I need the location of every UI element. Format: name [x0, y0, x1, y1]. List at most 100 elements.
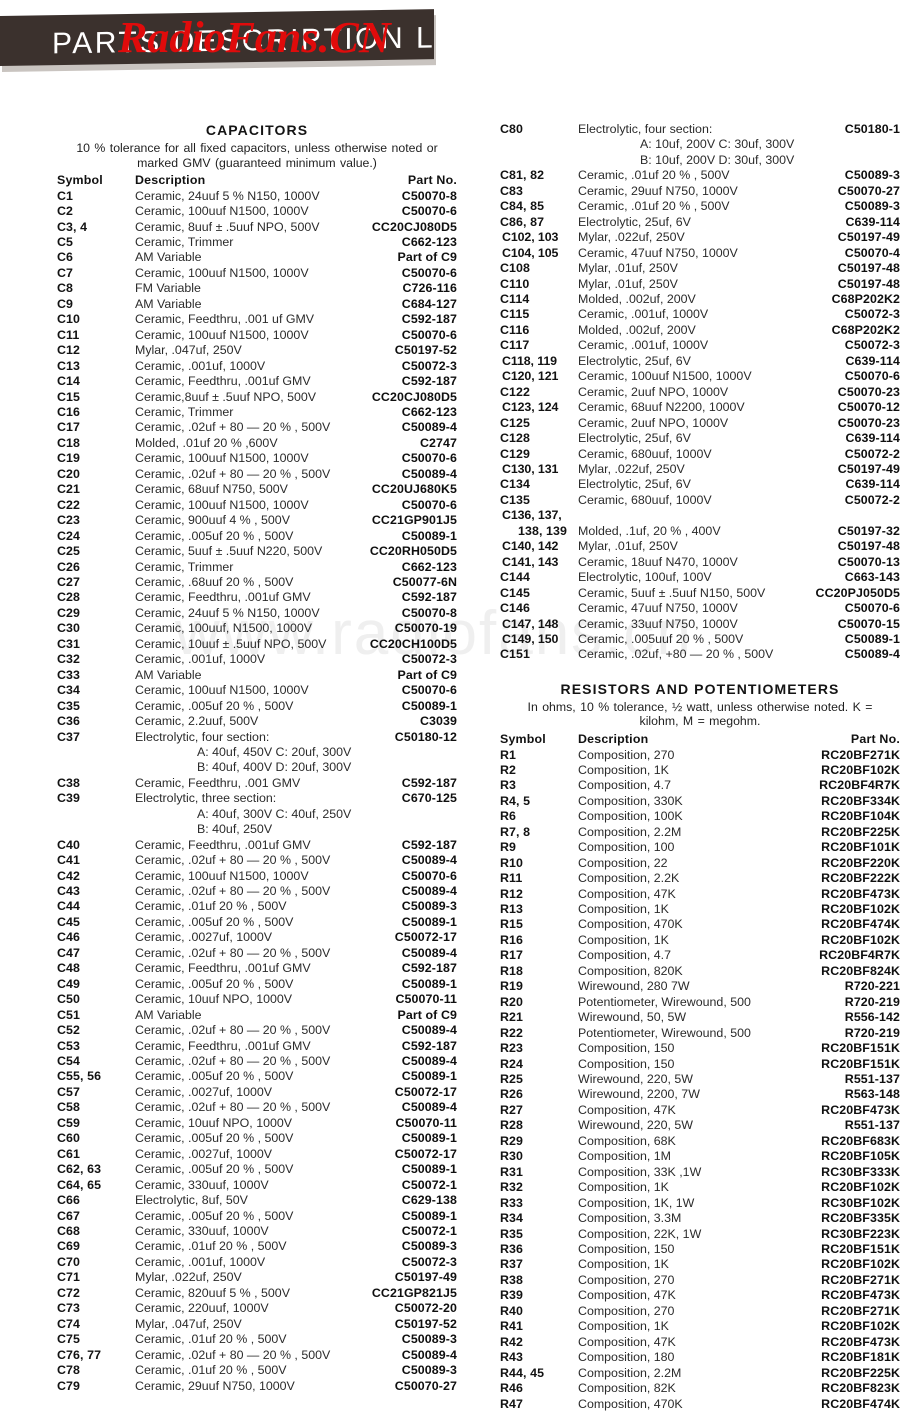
row-part-number: C50089-4: [401, 1347, 457, 1362]
row-part-number: C639-114: [845, 477, 900, 492]
row-symbol: C38: [57, 775, 81, 790]
row-part-number: C50089-1: [401, 1131, 457, 1146]
row-part-number: C50089-4: [401, 1100, 457, 1115]
row-symbol: R43: [500, 1350, 524, 1365]
table-row: C11 Ceramic, 100uuf N1500, 1000V C50070-6: [57, 328, 457, 343]
table-row: C50 Ceramic, 10uuf NPO, 1000V C50070-11: [57, 992, 457, 1007]
table-row: C144 Electrolytic, 100uf, 100V C663-143: [500, 570, 900, 585]
table-header-row: Symbol Description Part No.: [57, 173, 457, 188]
table-row: R24 Composition, 150 RC20BF151K: [500, 1057, 900, 1072]
row-description: Ceramic, Feedthru, .001 GMV: [135, 775, 301, 790]
table-row: C3, 4 Ceramic, 8uuf ± .5uuf NPO, 500V CC20…: [57, 220, 457, 235]
row-part-number: C50070-6: [401, 497, 457, 512]
row-description: Ceramic, .01uf 20 % , 500V: [135, 1239, 287, 1254]
table-row: C41 Ceramic, .02uf + 80 — 20 % , 500V C500…: [57, 853, 457, 868]
row-part-number: CC20PJ050D5: [815, 585, 900, 600]
row-part-number: RC20BF271K: [821, 1303, 900, 1318]
row-description: Ceramic, 220uuf, 1000V: [135, 1301, 269, 1316]
table-row: B: 40uf, 250V: [57, 822, 457, 837]
table-row: C149, 150 Ceramic, .005uuf 20 % , 500V C50…: [500, 632, 900, 647]
row-symbol: C149, 150: [502, 631, 559, 646]
row-symbol: C66: [57, 1193, 81, 1208]
row-description: Composition, 100K: [578, 809, 683, 824]
row-symbol: C122: [500, 384, 531, 399]
row-symbol: C46: [57, 930, 81, 945]
row-symbol: C29: [57, 605, 81, 620]
row-description: Ceramic, .005uf 20 % , 500V: [135, 914, 294, 929]
table-row: C47 Ceramic, .02uf + 80 — 20 % , 500V C500…: [57, 946, 457, 961]
row-description: Ceramic, 47uuf N750, 1000V: [578, 601, 738, 616]
row-description: Ceramic, .02uf + 80 — 20 % , 500V: [135, 1347, 331, 1362]
row-part-number: C50072-3: [844, 307, 900, 322]
table-row: R9 Composition, 100 RC20BF101K: [500, 840, 900, 855]
row-symbol: C73: [57, 1301, 81, 1316]
table-row: R18 Composition, 820K RC20BF824K: [500, 964, 900, 979]
row-part-number: RC20BF225K: [821, 1365, 900, 1380]
row-description: AM Variable: [135, 296, 202, 311]
column-header-symbol: Symbol: [57, 173, 103, 188]
row-symbol: R32: [500, 1180, 524, 1195]
table-row: C102, 103 Mylar, .022uf, 250V C50197-49: [500, 230, 900, 245]
row-part-number: RC20BF271K: [821, 747, 900, 762]
table-row: C27 Ceramic, .68uuf 20 % , 500V C50077-6N: [57, 575, 457, 590]
table-row: C68 Ceramic, 330uuf, 1000V C50072-1: [57, 1224, 457, 1239]
table-row: C135 Ceramic, 680uuf, 1000V C50072-2: [500, 493, 900, 508]
row-description: Ceramic, Feedthru, .001uf GMV: [135, 1038, 311, 1053]
row-description: Composition, 47K: [578, 886, 676, 901]
row-part-number: C50072-3: [401, 1254, 457, 1269]
row-symbol: R47: [500, 1396, 524, 1411]
row-symbol: C55, 56: [57, 1069, 102, 1084]
row-part-number: C726-116: [402, 281, 457, 296]
table-row: B: 10uf, 200V D: 30uf, 300V: [500, 153, 900, 168]
row-symbol: R24: [500, 1056, 524, 1071]
row-part-number: C50089-3: [401, 1363, 457, 1378]
row-symbol: R46: [500, 1381, 524, 1396]
row-description: Wirewound, 2200, 7W: [578, 1087, 700, 1102]
row-symbol: C117: [500, 338, 530, 353]
row-part-number: C663-143: [844, 570, 900, 585]
row-symbol: C140, 142: [502, 539, 559, 554]
row-description: Ceramic, 10uuf NPO, 1000V: [135, 992, 293, 1007]
left-column: CAPACITORS 10 % tolerance for all fixed …: [57, 122, 457, 1394]
row-part-number: C2747: [419, 435, 457, 450]
resistors-section-note: In ohms, 10 % tolerance, ½ watt, unless …: [527, 699, 873, 729]
row-part-number: C50070-6: [844, 369, 900, 384]
row-description: Ceramic, 820uuf 5 % , 500V: [135, 1285, 290, 1300]
row-part-number: RC20BF102K: [821, 1180, 900, 1195]
row-part-number: C592-187: [401, 374, 457, 389]
row-part-number: [361, 745, 457, 760]
row-part-number: C50072-3: [401, 652, 457, 667]
row-part-number: RC20BF474K: [821, 1396, 900, 1411]
row-symbol: C115: [500, 307, 530, 322]
row-part-number: [804, 137, 900, 152]
row-description: Ceramic, 100uuf N1500, 1000V: [135, 327, 309, 342]
row-description: Ceramic, 8uuf ± .5uuf NPO, 500V: [135, 219, 320, 234]
row-symbol: R20: [500, 994, 524, 1009]
row-description: Ceramic, 900uuf 4 % , 500V: [135, 513, 290, 528]
row-description: Electrolytic, 25uf, 6V: [578, 477, 691, 492]
row-description: Ceramic, 5uuf ± .5uuf N150, 500V: [578, 585, 766, 600]
row-description: Composition, 1M: [578, 1149, 671, 1164]
row-symbol: C3, 4: [57, 219, 88, 234]
row-symbol: C50: [57, 992, 81, 1007]
row-symbol: C110: [500, 276, 530, 291]
row-description: Ceramic, .005uf 20 % , 500V: [135, 1131, 294, 1146]
row-symbol: [500, 137, 578, 152]
table-row: C141, 143 Ceramic, 18uuf N470, 1000V C5007…: [500, 555, 900, 570]
table-row: R47 Composition, 470K RC20BF474K: [500, 1397, 900, 1412]
row-part-number: C50070-19: [394, 621, 457, 636]
row-symbol: R3: [500, 778, 517, 793]
row-part-number: C50197-32: [837, 523, 900, 538]
row-part-number: RC20BF225K: [821, 824, 900, 839]
table-row: C5 Ceramic, Trimmer C662-123: [57, 235, 457, 250]
row-symbol: C30: [57, 621, 81, 636]
row-part-number: C50089-4: [401, 466, 457, 481]
table-row: C130, 131 Mylar, .022uf, 250V C50197-49: [500, 462, 900, 477]
row-description: Composition, 82K: [578, 1381, 676, 1396]
row-symbol: C14: [57, 374, 81, 389]
row-symbol: C135: [500, 492, 531, 507]
table-row: C49 Ceramic, .005uf 20 % , 500V C50089-1: [57, 977, 457, 992]
row-symbol: [57, 807, 135, 822]
right-column: C80 Electrolytic, four section: C50180-1 A:…: [500, 122, 900, 1412]
row-description: Ceramic, Feedthru, .001uf GMV: [135, 590, 311, 605]
